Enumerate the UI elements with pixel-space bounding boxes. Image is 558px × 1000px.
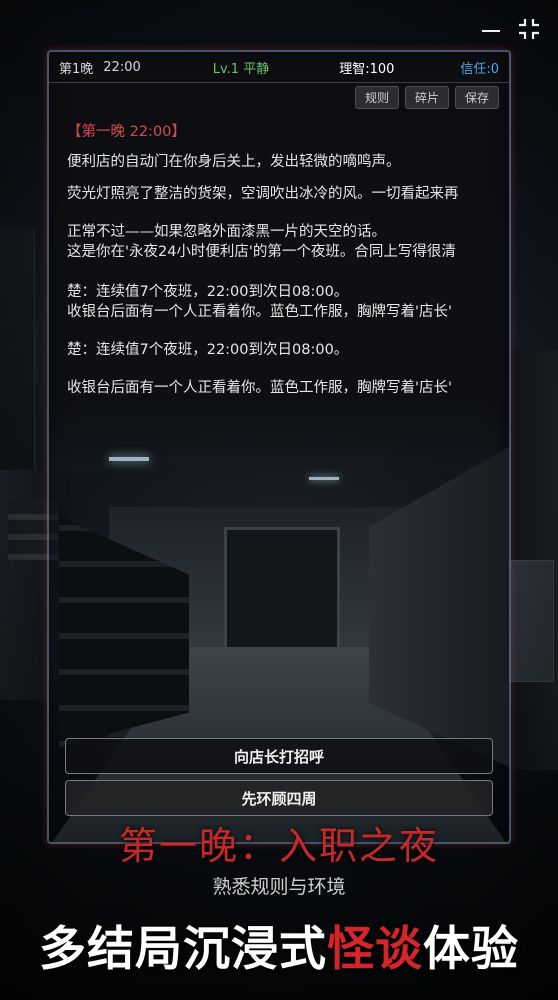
story-text: 【第一晚 22:00】 便利店的自动门在你身后关上，发出轻微的嘀鸣声。 荧光灯照… — [67, 122, 497, 398]
trust-label: 信任:0 — [460, 61, 499, 77]
story-line: 收银台后面有一个人正看着你。蓝色工作服，胸牌写着'店长' — [67, 380, 452, 396]
fullscreen-icon[interactable] — [518, 18, 540, 40]
sanity-label: 理智:100 — [339, 61, 395, 77]
ceiling-light — [309, 477, 339, 480]
save-button[interactable]: 保存 — [454, 86, 499, 109]
level-label: Lv.1 平静 — [212, 61, 270, 77]
status-bar: 第1晚 22:00 Lv.1 平静 理智:100 信任:0 — [49, 52, 509, 82]
divider — [49, 82, 509, 83]
story-line: 正常不过——如果忽略外面漆黑一片的天空的话。 — [67, 224, 386, 240]
promo-tagline: 多结局沉浸式怪谈体验 — [0, 910, 558, 979]
story-line: 楚：连续值7个夜班，22:00到次日08:00。 — [67, 284, 349, 300]
game-panel: 第1晚 22:00 Lv.1 平静 理智:100 信任:0 规则 碎片 保存 【… — [47, 50, 511, 844]
choice-look-around-button[interactable]: 先环顾四周 — [65, 780, 493, 816]
night-label: 第1晚 — [59, 61, 94, 77]
story-line: 便利店的自动门在你身后关上，发出轻微的嘀鸣声。 — [67, 154, 401, 170]
rules-button[interactable]: 规则 — [354, 86, 399, 109]
toolbar: 规则 碎片 保存 — [354, 86, 499, 109]
promo-title: 第一晚：入职之夜 — [118, 824, 439, 868]
story-line: 楚：连续值7个夜班，22:00到次日08:00。 — [67, 342, 349, 358]
window-controls — [482, 18, 540, 40]
choice-greet-manager-button[interactable]: 向店长打招呼 — [65, 738, 493, 774]
tagline-part: 体验 — [423, 922, 519, 977]
time-label: 22:00 — [103, 59, 141, 75]
story-line: 收银台后面有一个人正看着你。蓝色工作服，胸牌写着'店长' — [67, 304, 452, 320]
fragments-button[interactable]: 碎片 — [404, 86, 449, 109]
ceiling-light — [109, 457, 149, 461]
minimize-icon[interactable] — [482, 30, 500, 32]
story-heading: 【第一晚 22:00】 — [67, 124, 186, 140]
story-line: 这是你在'永夜24小时便利店'的第一个夜班。合同上写得很清 — [67, 244, 456, 260]
tagline-highlight: 怪谈 — [327, 922, 423, 977]
promo-subtitle: 熟悉规则与环境 — [212, 876, 346, 898]
corridor-back-door — [224, 527, 340, 663]
tagline-part: 多结局沉浸式 — [39, 922, 327, 977]
story-line: 荧光灯照亮了整洁的货架，空调吹出冰冷的风。一切看起来再 — [67, 186, 459, 202]
